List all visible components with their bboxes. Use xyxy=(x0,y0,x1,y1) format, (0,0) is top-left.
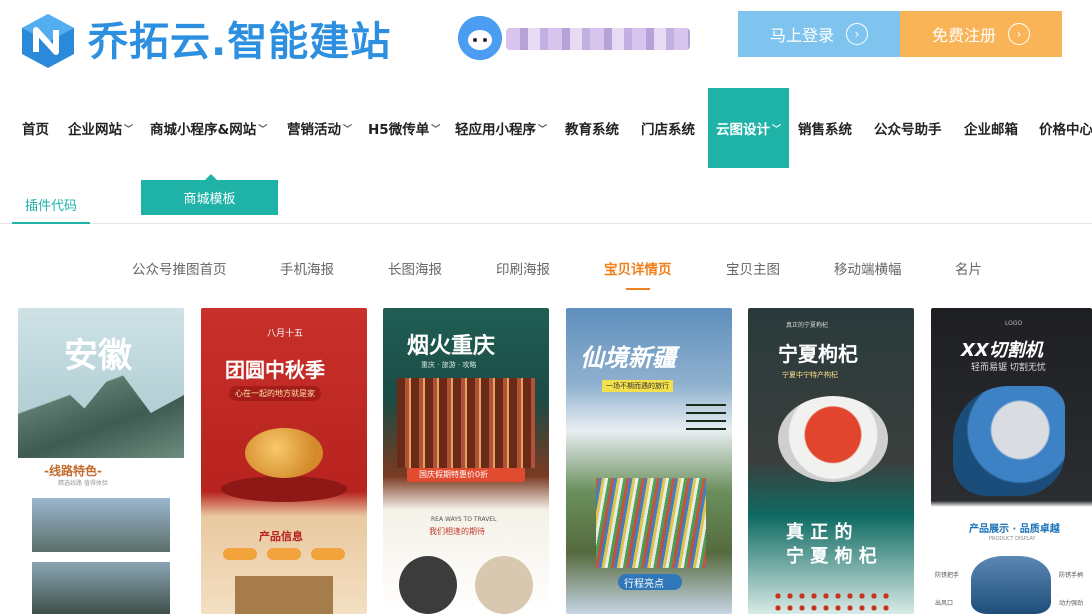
chevron-down-icon: ﹀ xyxy=(258,124,268,135)
mountain-image xyxy=(18,368,184,458)
nav-item-official-account[interactable]: 公众号助手 xyxy=(874,88,942,168)
tag-pill xyxy=(311,548,345,560)
category-tab[interactable]: 手机海报 xyxy=(280,258,334,284)
nav-item-pricing[interactable]: 价格中心 xyxy=(1039,88,1092,168)
template-card-mid-autumn[interactable]: 八月十五 团圆中秋季 心在一起的地方就是家 产品信息 xyxy=(201,308,367,614)
food-photo xyxy=(399,556,457,614)
card-section-en: PRODUCT DISPLAY xyxy=(989,536,1036,542)
card-sub: 重庆 · 旅游 · 攻略 xyxy=(421,361,477,369)
template-card-goji[interactable]: 真正的宁夏枸杞 宁夏枸杞 宁夏中宁特产枸杞 真 正 的 宁 夏 枸 杞 xyxy=(748,308,914,614)
card-tagline: 我们相逢的期待 xyxy=(429,527,485,536)
callout-label: 出风口 xyxy=(935,600,954,607)
gift-box-image xyxy=(235,576,333,614)
chevron-down-icon: ﹀ xyxy=(343,124,353,135)
card-title: 团圆中秋季 xyxy=(225,358,325,382)
user-avatar[interactable] xyxy=(458,16,502,60)
card-note: 精选线路 值得体验 xyxy=(58,480,108,487)
card-title-2a: 真 正 的 xyxy=(786,522,853,543)
card-title-2b: 宁 夏 枸 杞 xyxy=(786,546,877,567)
register-label: 免费注册 xyxy=(931,26,996,45)
register-button[interactable]: 免费注册 › xyxy=(900,11,1062,57)
village-photo xyxy=(32,498,170,552)
card-sub: 宁夏中宁特产枸杞 xyxy=(782,371,838,379)
category-tab[interactable]: 移动端横幅 xyxy=(834,258,902,284)
arrow-right-icon: › xyxy=(846,23,868,45)
card-section: 产品信息 xyxy=(259,530,303,543)
card-top-text: 真正的宁夏枸杞 xyxy=(786,322,829,329)
card-section: 产品展示 · 品质卓越 xyxy=(969,524,1060,535)
card-sub: 轻而易锯 切割无忧 xyxy=(971,363,1046,373)
login-label: 马上登录 xyxy=(769,26,834,45)
plinth-image xyxy=(221,476,347,502)
nav-item-mail[interactable]: 企业邮箱 xyxy=(964,88,1018,168)
chevron-down-icon: ﹀ xyxy=(771,124,781,135)
category-tab-active[interactable]: 宝贝详情页 xyxy=(604,258,672,290)
sub-nav: 插件代码 商城模板 xyxy=(0,174,1092,224)
goji-berries-image xyxy=(772,590,890,614)
card-title: 安徽 xyxy=(64,336,132,376)
template-card-anhui[interactable]: 安徽 -线路特色- 精选线路 值得体验 xyxy=(18,308,184,614)
card-section: -线路特色- xyxy=(44,464,102,478)
nav-item-store[interactable]: 门店系统 xyxy=(641,88,695,168)
category-tab[interactable]: 印刷海报 xyxy=(496,258,550,284)
card-top-text: 八月十五 xyxy=(267,329,304,339)
site-header: 乔拓云.智能建站 马上登录 › 免费注册 › xyxy=(0,0,1092,88)
prayer-flags-image xyxy=(596,478,706,568)
card-slogan: 心在一起的地方就是家 xyxy=(229,386,321,401)
card-title: XX切割机 xyxy=(961,340,1043,361)
blurred-username xyxy=(506,28,690,50)
chevron-down-icon: ﹀ xyxy=(431,124,441,135)
tab-mall-template[interactable]: 商城模板 xyxy=(141,174,278,215)
nav-item-h5[interactable]: H5微传单 ﹀ xyxy=(368,88,440,168)
building-image xyxy=(397,378,535,468)
category-tab[interactable]: 名片 xyxy=(955,258,982,284)
category-tab[interactable]: 长图海报 xyxy=(388,258,442,284)
nav-item-education[interactable]: 教育系统 xyxy=(565,88,619,168)
goji-bowl-image xyxy=(778,396,888,482)
chevron-down-icon: ﹀ xyxy=(538,124,548,135)
n-logo-icon[interactable] xyxy=(20,12,76,70)
nav-item-mall[interactable]: 商城小程序&网站 ﹀ xyxy=(150,88,267,168)
avatar-icon xyxy=(458,16,502,60)
login-button[interactable]: 马上登录 › xyxy=(738,11,900,57)
card-title: 烟火重庆 xyxy=(407,333,496,359)
card-tag: 一场不期而遇的旅行 xyxy=(602,380,673,392)
nav-item-marketing[interactable]: 营销活动 ﹀ xyxy=(287,88,352,168)
template-card-cutter[interactable]: LOGO XX切割机 轻而易锯 切割无忧 产品展示 · 品质卓越 PRODUCT… xyxy=(931,308,1092,614)
callout-label: 防锈把手 xyxy=(935,572,960,579)
nav-item-home[interactable]: 首页 xyxy=(22,88,49,168)
main-nav: 首页 企业网站 ﹀ 商城小程序&网站 ﹀ 营销活动 ﹀ H5微传单 ﹀ 轻应用小程序 ﹀ … xyxy=(0,88,1092,168)
template-card-xinjiang[interactable]: 仙境新疆 一场不期而遇的旅行 行程亮点 xyxy=(566,308,732,614)
english-tagline: REA WAYS TO TRAVEL xyxy=(431,516,497,523)
category-tab[interactable]: 公众号推图首页 xyxy=(132,258,227,284)
logo-placeholder: LOGO xyxy=(1005,320,1023,327)
nav-item-light-app[interactable]: 轻应用小程序 ﹀ xyxy=(455,88,547,168)
cutting-machine-image xyxy=(953,386,1065,496)
template-card-chongqing[interactable]: 烟火重庆 重庆 · 旅游 · 攻略 国庆假期特惠价0折 REA WAYS TO … xyxy=(383,308,549,614)
callout-label: 防锈手柄 xyxy=(1059,572,1084,579)
pill-text: 行程亮点 xyxy=(624,579,664,590)
mooncake-image xyxy=(245,428,323,478)
arrow-right-icon: › xyxy=(1008,23,1030,45)
brand-name[interactable]: 乔拓云.智能建站 xyxy=(88,14,391,70)
nav-item-sales[interactable]: 销售系统 xyxy=(798,88,852,168)
tag-pill xyxy=(267,548,301,560)
callout-label: 动力强劲 xyxy=(1059,600,1084,607)
category-tab[interactable]: 宝贝主图 xyxy=(726,258,780,284)
nav-item-cloud-design[interactable]: 云图设计 ﹀ xyxy=(708,88,789,168)
people-photo xyxy=(475,556,533,614)
nav-item-enterprise-site[interactable]: 企业网站 ﹀ xyxy=(68,88,133,168)
tab-plugin-code[interactable]: 插件代码 xyxy=(12,186,90,224)
card-title: 宁夏枸杞 xyxy=(778,342,858,366)
chevron-down-icon: ﹀ xyxy=(124,124,134,135)
mountain-photo xyxy=(32,562,170,614)
banner-text: 国庆假期特惠价0折 xyxy=(419,470,489,479)
card-title: 仙境新疆 xyxy=(580,344,676,372)
tag-pill xyxy=(223,548,257,560)
checklist-graphic xyxy=(686,404,726,434)
product-detail-image xyxy=(971,556,1051,614)
